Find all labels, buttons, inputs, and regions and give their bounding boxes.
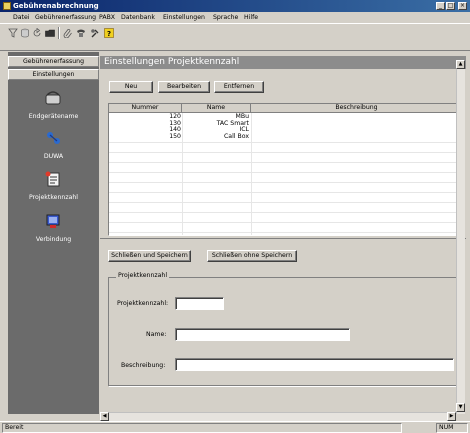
sidebar-item-projektkennzahl[interactable]: Projektkennzahl xyxy=(8,170,99,206)
sidebar-item-label: Verbindung xyxy=(35,236,72,243)
sidebar-item-label: Projektkennzahl xyxy=(28,194,79,201)
row-divider xyxy=(109,192,461,193)
horizontal-scrollbar[interactable]: ◀ ▶ xyxy=(100,412,456,421)
connection-icon xyxy=(46,214,60,228)
menu-pabx[interactable]: PABX xyxy=(99,13,115,22)
maximize-button[interactable]: □ xyxy=(446,2,455,10)
sidebar: Gebührenerfassung Einstellungen Endgerät… xyxy=(8,52,99,414)
sidebar-section-einstellungen[interactable]: Einstellungen xyxy=(8,69,99,80)
scroll-down-icon[interactable]: ▼ xyxy=(456,403,465,412)
close-without-save-button[interactable]: Schließen ohne Speichern xyxy=(207,250,297,262)
row-divider xyxy=(109,162,461,163)
projektkennzahl-input[interactable] xyxy=(175,297,224,310)
menu-bar: Datei Gebührenerfassung PABX Datenbank E… xyxy=(0,12,470,23)
phone-icon[interactable] xyxy=(76,28,86,38)
section-divider xyxy=(100,238,466,239)
column-header-name[interactable]: Name xyxy=(182,104,251,113)
row-divider xyxy=(109,212,461,213)
help-icon[interactable]: ? xyxy=(104,28,114,38)
save-and-close-button[interactable]: Schließen und Speichern xyxy=(108,250,191,262)
window-title: Gebührenabrechnung xyxy=(13,2,99,10)
refresh-icon[interactable] xyxy=(32,28,42,38)
sidebar-item-duwa[interactable]: DUWA xyxy=(8,129,99,165)
row-divider xyxy=(109,172,461,173)
project-icon xyxy=(45,171,60,187)
database-icon[interactable] xyxy=(20,28,30,38)
row-divider xyxy=(109,142,461,143)
new-button[interactable]: Neu xyxy=(109,81,153,93)
page-title: Einstellungen Projektkennzahl xyxy=(100,56,466,69)
data-table: Nummer Name Beschreibung 120 MBu 130 TAC… xyxy=(108,103,462,236)
beschreibung-input[interactable] xyxy=(175,358,454,371)
status-bar: Bereit NUM xyxy=(0,421,470,433)
edit-button[interactable]: Bearbeiten xyxy=(158,81,210,93)
column-divider xyxy=(182,113,183,235)
sidebar-item-verbindung[interactable]: Verbindung xyxy=(8,212,99,248)
sidebar-item-label: Endgerätename xyxy=(28,113,79,120)
column-header-beschreibung[interactable]: Beschreibung xyxy=(251,104,461,113)
sidebar-item-endgeraetename[interactable]: Endgerätename xyxy=(8,89,99,125)
sidebar-item-label: DUWA xyxy=(43,153,64,160)
toolbar-separator xyxy=(58,27,60,39)
beschreibung-label: Beschreibung: xyxy=(121,362,166,369)
scroll-up-icon[interactable]: ▲ xyxy=(456,60,465,69)
scroll-left-icon[interactable]: ◀ xyxy=(100,412,109,421)
close-button[interactable]: × xyxy=(458,2,467,10)
vertical-scrollbar[interactable]: ▲ ▼ xyxy=(456,60,465,414)
table-cell-nummer[interactable]: 150 xyxy=(161,133,181,141)
svg-text:?: ? xyxy=(107,30,111,38)
status-text: Bereit xyxy=(2,423,402,433)
title-bar: Gebührenabrechnung xyxy=(0,0,470,12)
menu-hilfe[interactable]: Hilfe xyxy=(244,13,258,22)
menu-gebuehrenerfassung[interactable]: Gebührenerfassung xyxy=(35,13,96,22)
folder-icon[interactable] xyxy=(45,28,55,38)
table-cell-name[interactable]: Call Box xyxy=(201,133,249,141)
attach-icon[interactable] xyxy=(63,28,73,38)
menu-datenbank[interactable]: Datenbank xyxy=(121,13,155,22)
column-divider xyxy=(251,113,252,235)
name-label: Name: xyxy=(146,331,167,338)
row-divider xyxy=(109,202,461,203)
phone-device-icon xyxy=(45,91,61,105)
status-num: NUM xyxy=(436,423,468,433)
column-header-nummer[interactable]: Nummer xyxy=(109,104,182,113)
row-divider xyxy=(109,232,461,233)
filter-icon[interactable] xyxy=(8,28,18,38)
menu-datei[interactable]: Datei xyxy=(13,13,30,22)
row-divider xyxy=(109,222,461,223)
menu-sprache[interactable]: Sprache xyxy=(213,13,238,22)
row-divider xyxy=(109,182,461,183)
tools-icon[interactable] xyxy=(90,28,100,38)
toolbar: ? xyxy=(0,23,470,51)
projektkennzahl-label: Projektkennzahl: xyxy=(117,300,169,307)
row-divider xyxy=(109,152,461,153)
sidebar-section-gebuehrenerfassung[interactable]: Gebührenerfassung xyxy=(8,56,99,67)
network-icon xyxy=(47,132,60,144)
form-group-title: Projektkennzahl xyxy=(116,272,170,279)
name-input[interactable] xyxy=(175,328,350,341)
delete-button[interactable]: Entfernen xyxy=(214,81,264,93)
scroll-right-icon[interactable]: ▶ xyxy=(447,412,456,421)
menu-einstellungen[interactable]: Einstellungen xyxy=(163,13,205,22)
minimize-button[interactable]: _ xyxy=(436,2,445,10)
app-icon xyxy=(3,2,11,10)
